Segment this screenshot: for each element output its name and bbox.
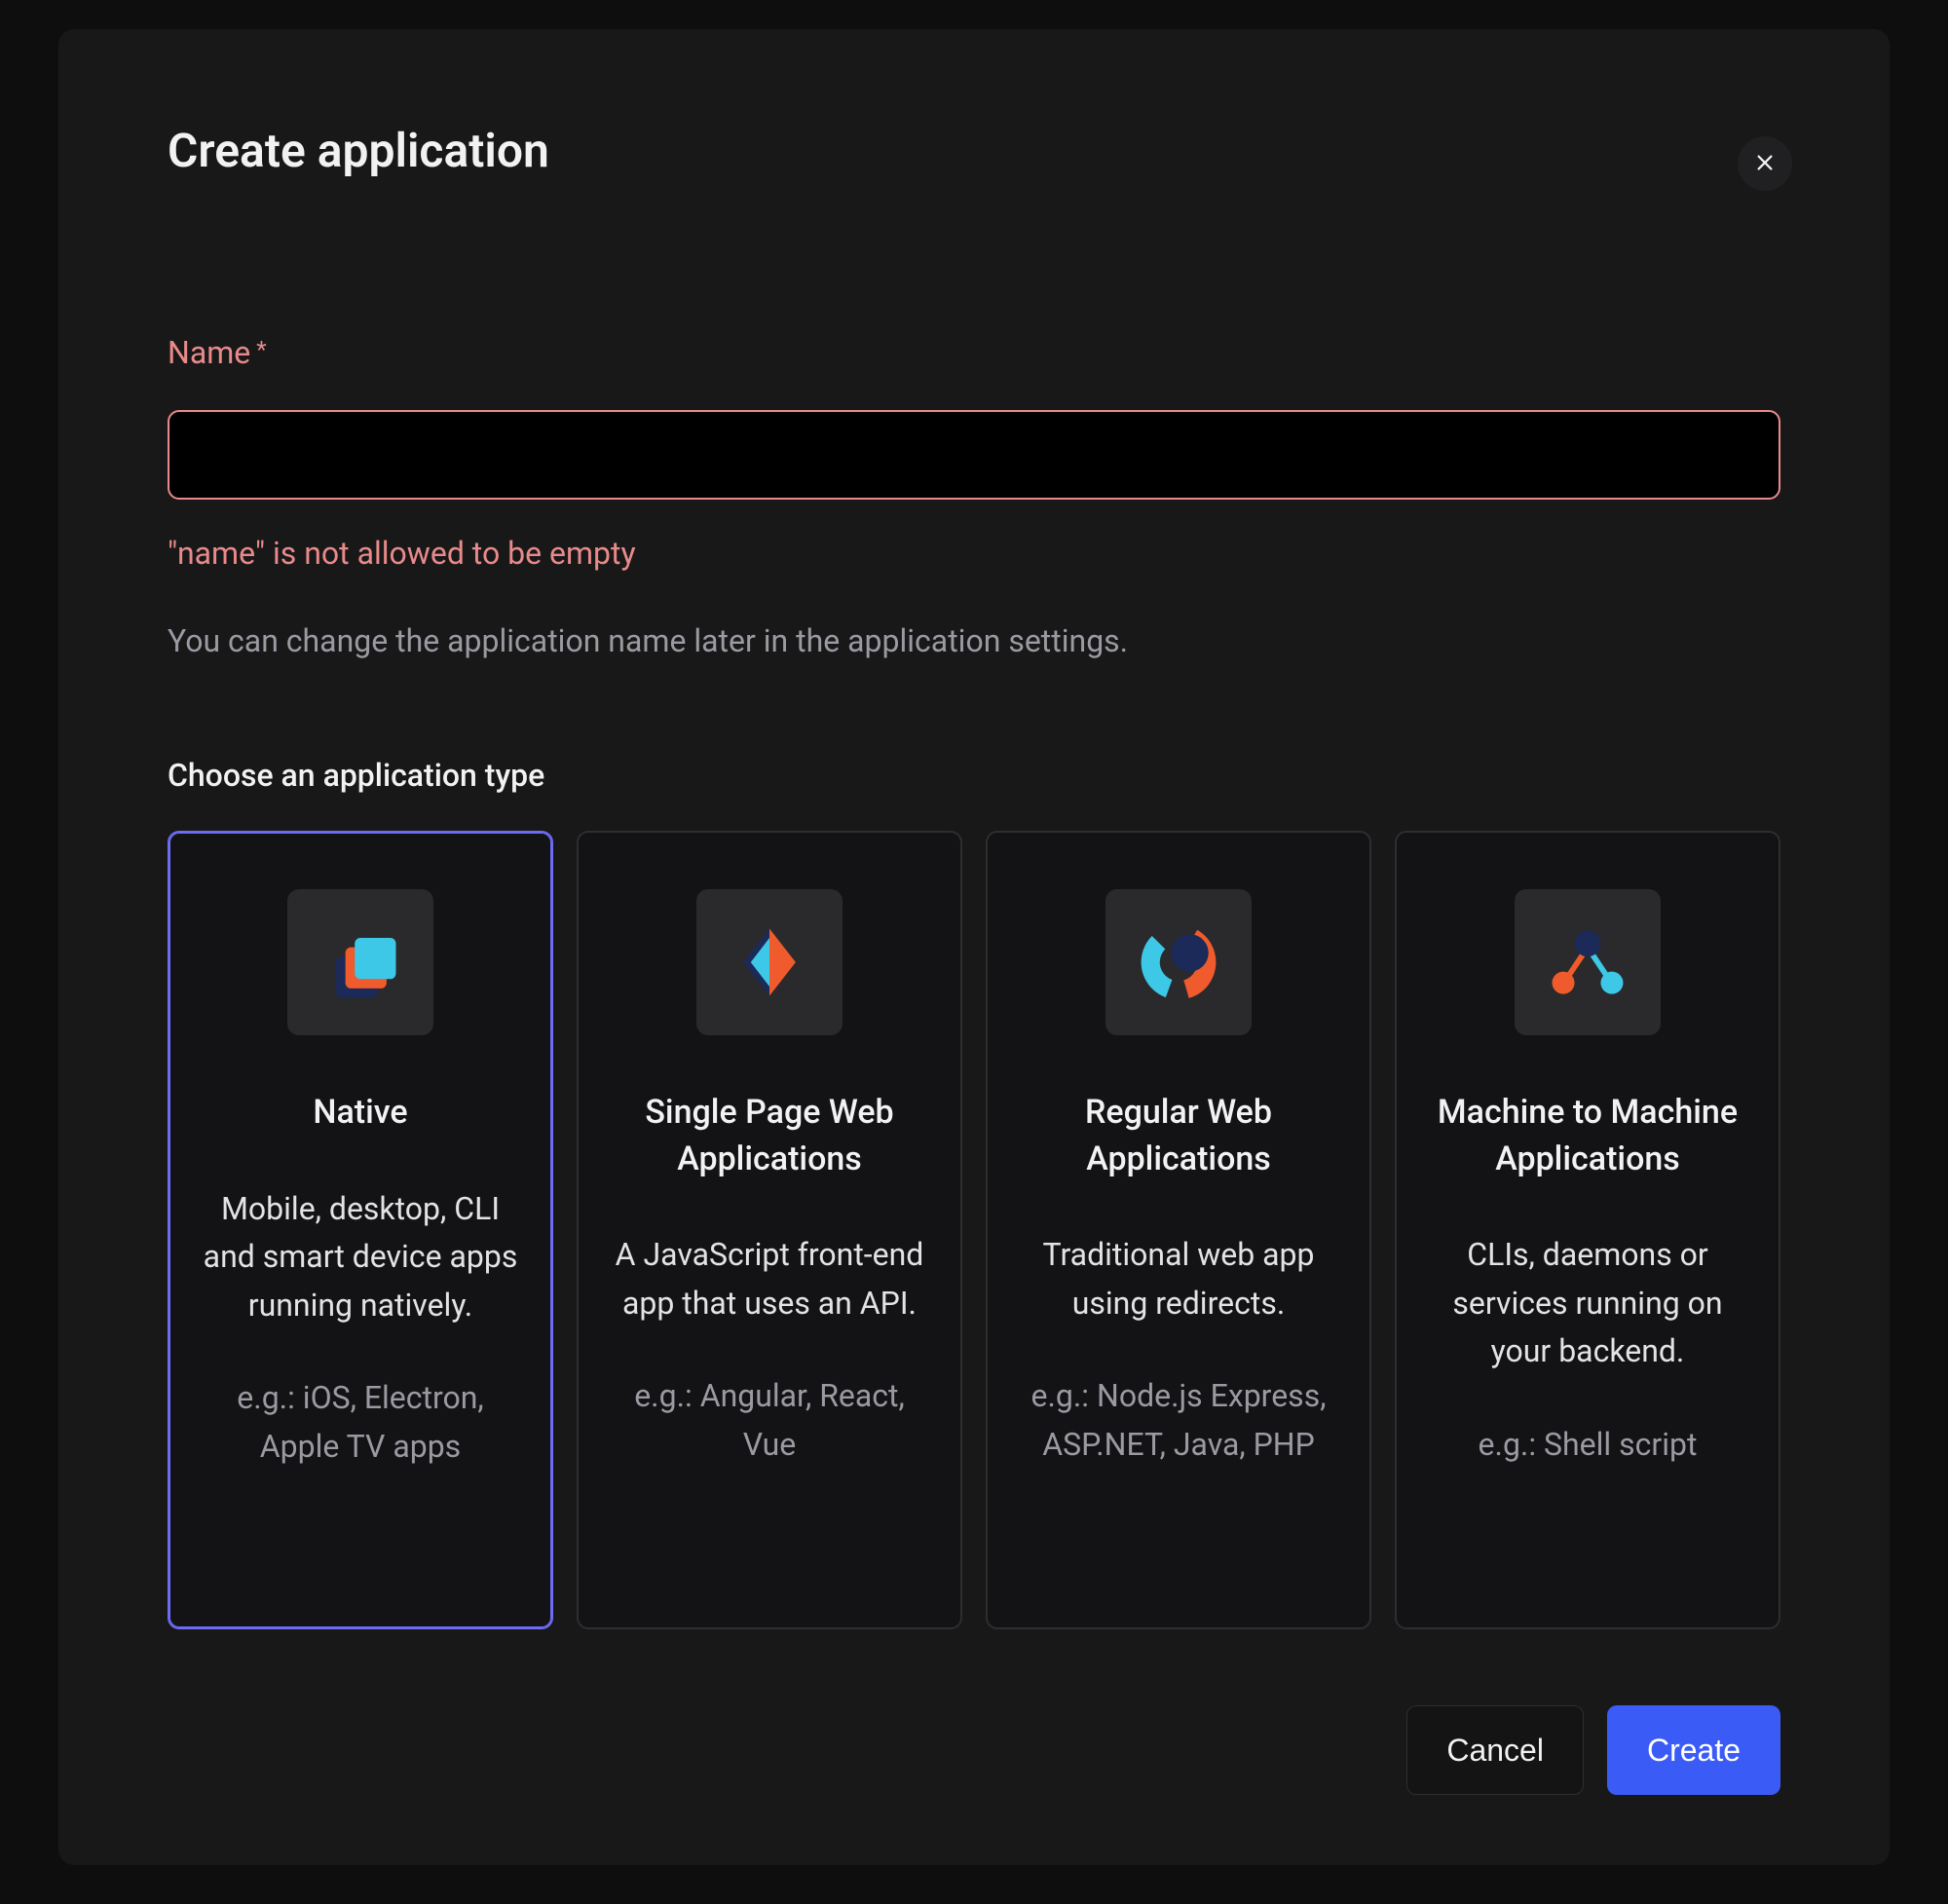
- name-error-message: "name" is not allowed to be empty: [168, 535, 1780, 572]
- card-title: Single Page Web Applications: [608, 1090, 931, 1182]
- card-examples: e.g.: Shell script: [1479, 1421, 1698, 1470]
- required-asterisk: *: [256, 336, 266, 363]
- dialog-footer: Cancel Create: [168, 1705, 1780, 1795]
- cancel-button[interactable]: Cancel: [1406, 1705, 1584, 1795]
- app-type-card-spa[interactable]: Single Page Web Applications A JavaScrip…: [577, 831, 962, 1629]
- card-title: Native: [313, 1090, 407, 1137]
- native-icon: [287, 889, 433, 1035]
- name-label: Name *: [168, 334, 1780, 371]
- m2m-icon: [1515, 889, 1661, 1035]
- card-title: Machine to Machine Applications: [1426, 1090, 1749, 1182]
- card-examples: e.g.: Angular, React, Vue: [608, 1372, 931, 1469]
- name-input[interactable]: [168, 410, 1780, 500]
- card-description: A JavaScript front-end app that uses an …: [608, 1231, 931, 1327]
- app-type-card-regular[interactable]: Regular Web Applications Traditional web…: [986, 831, 1371, 1629]
- card-description: Mobile, desktop, CLI and smart device ap…: [199, 1185, 522, 1330]
- card-examples: e.g.: Node.js Express, ASP.NET, Java, PH…: [1017, 1372, 1340, 1469]
- card-examples: e.g.: iOS, Electron, Apple TV apps: [199, 1374, 522, 1471]
- create-application-dialog: Create application Name * "name" is not …: [58, 29, 1890, 1865]
- card-description: CLIs, daemons or services running on you…: [1426, 1231, 1749, 1376]
- app-type-card-m2m[interactable]: Machine to Machine Applications CLIs, da…: [1395, 831, 1780, 1629]
- name-label-text: Name: [168, 334, 250, 371]
- spa-icon: [696, 889, 843, 1035]
- close-icon: [1754, 152, 1776, 176]
- app-type-card-native[interactable]: Native Mobile, desktop, CLI and smart de…: [168, 831, 553, 1629]
- name-help-message: You can change the application name late…: [168, 622, 1780, 659]
- card-description: Traditional web app using redirects.: [1017, 1231, 1340, 1327]
- dialog-title: Create application: [168, 123, 1780, 178]
- regular-web-icon: [1105, 889, 1252, 1035]
- close-button[interactable]: [1738, 136, 1792, 191]
- app-type-cards: Native Mobile, desktop, CLI and smart de…: [168, 831, 1780, 1629]
- card-title: Regular Web Applications: [1017, 1090, 1340, 1182]
- create-button[interactable]: Create: [1607, 1705, 1780, 1795]
- name-field-group: Name * "name" is not allowed to be empty…: [168, 334, 1780, 659]
- app-type-heading: Choose an application type: [168, 757, 1780, 794]
